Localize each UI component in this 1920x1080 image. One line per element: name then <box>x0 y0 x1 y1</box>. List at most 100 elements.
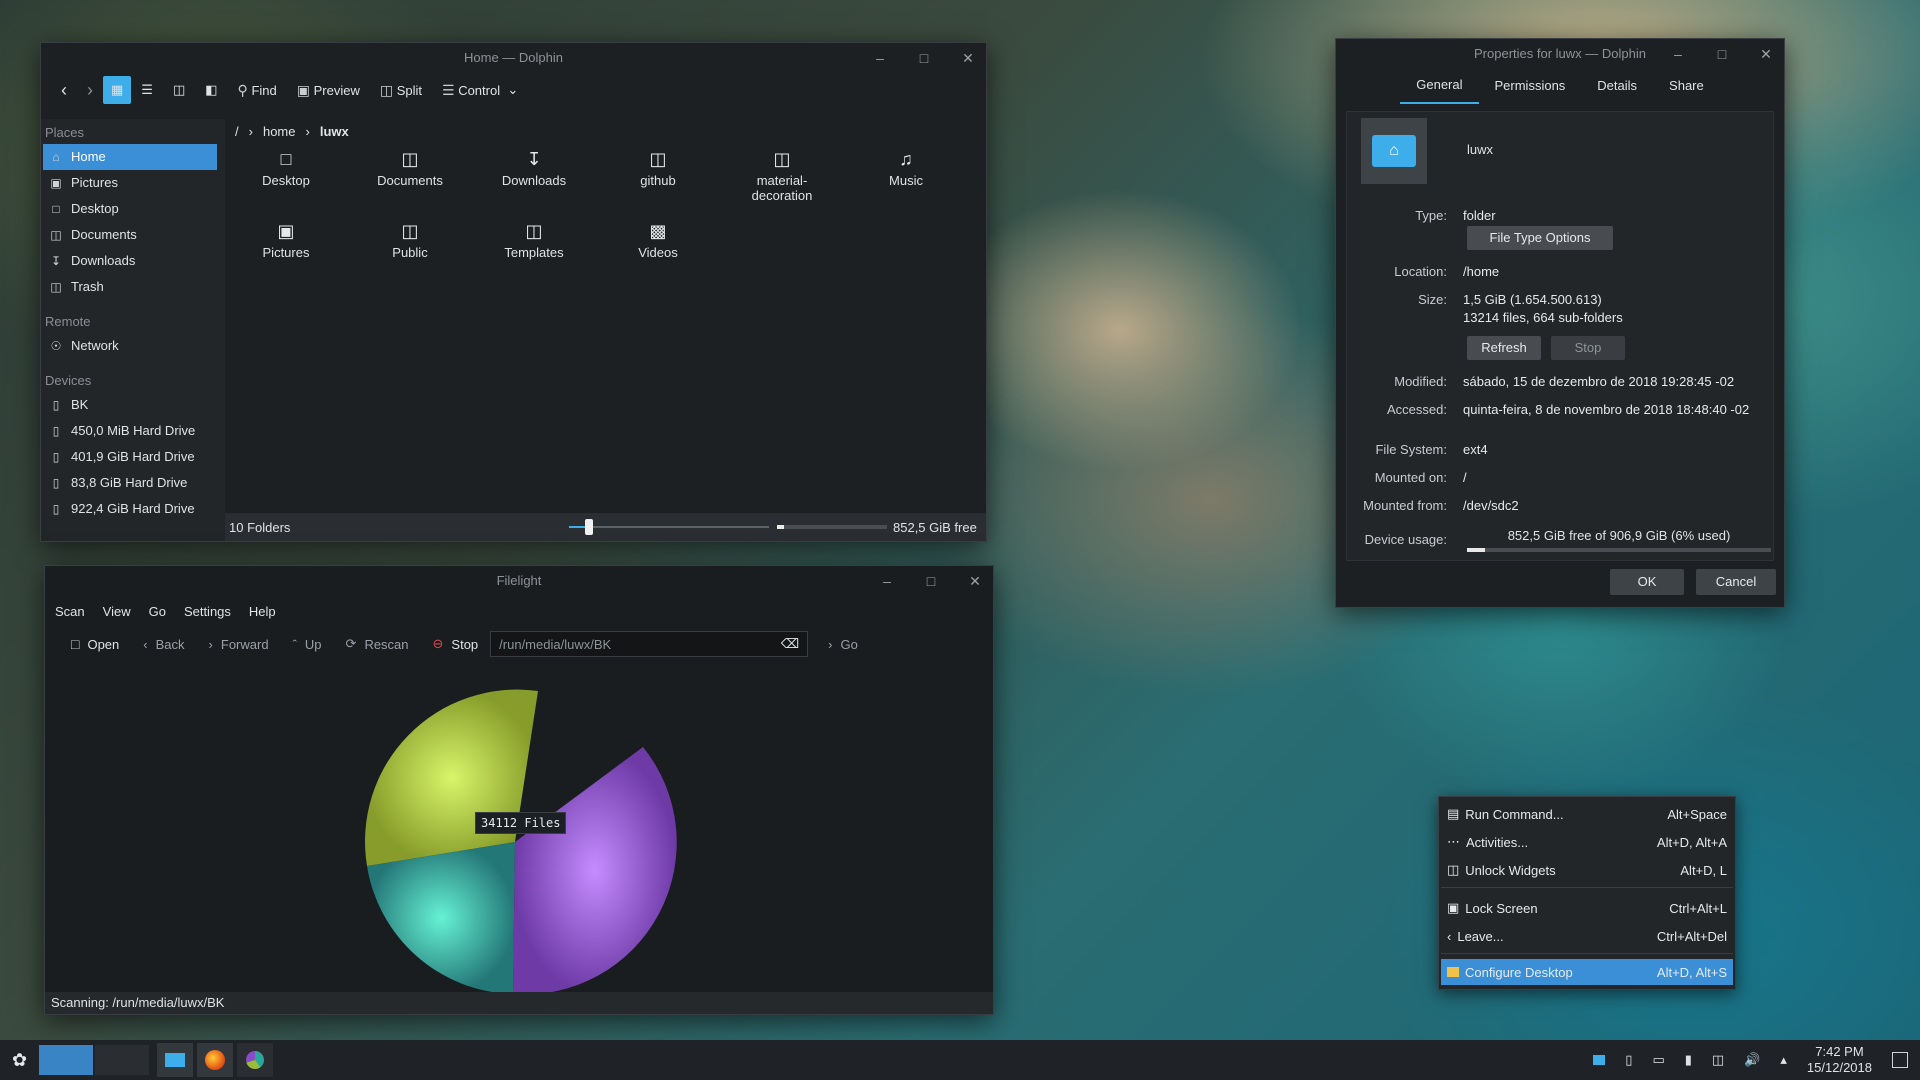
launcher-icon[interactable]: ✿ <box>12 1050 27 1071</box>
pie-slice-green[interactable] <box>365 689 538 866</box>
task-filelight[interactable] <box>237 1043 274 1077</box>
refresh-button[interactable]: Refresh <box>1467 336 1541 360</box>
clock[interactable]: 7:42 PM 15/12/2018 <box>1807 1044 1872 1076</box>
icons-view-button[interactable]: ▦ <box>103 76 132 104</box>
menu-item-leave[interactable]: ‹ Leave... Ctrl+Alt+Del <box>1441 923 1733 949</box>
device-item[interactable]: ▯ BK <box>43 392 217 418</box>
expand-tray-icon[interactable]: ▴ <box>1780 1052 1787 1068</box>
maximize-icon[interactable]: □ <box>923 566 939 596</box>
clipboard-history-icon[interactable]: ◫ <box>1712 1052 1724 1068</box>
forward-button[interactable]: › Forward <box>197 637 281 652</box>
control-button[interactable]: ☰ Control ⌄ <box>432 76 528 104</box>
open-button[interactable]: □ Open <box>59 636 131 652</box>
breadcrumb-root[interactable]: / <box>235 119 239 145</box>
maximize-icon[interactable]: □ <box>1714 39 1730 69</box>
close-icon[interactable]: ✕ <box>1758 39 1774 69</box>
task-dolphin[interactable] <box>157 1043 194 1077</box>
folder-item[interactable]: ◫ material- decoration <box>727 149 837 203</box>
menu-go[interactable]: Go <box>149 604 166 619</box>
close-icon[interactable]: ✕ <box>967 566 983 596</box>
folder-item[interactable]: □ Desktop <box>231 149 341 188</box>
show-desktop-icon[interactable] <box>1892 1052 1908 1068</box>
tab-permissions[interactable]: Permissions <box>1479 69 1582 103</box>
pie-slice-teal[interactable] <box>367 842 515 992</box>
tab-general[interactable]: General <box>1400 68 1479 104</box>
zoom-slider-handle[interactable] <box>585 519 593 535</box>
rescan-button[interactable]: ⟳ Rescan <box>334 636 421 652</box>
preview-button[interactable]: ▣ Preview <box>287 76 370 104</box>
places-item-documents[interactable]: ◫ Documents <box>43 222 217 248</box>
task-firefox[interactable] <box>197 1043 234 1077</box>
go-button[interactable]: › Go <box>816 637 870 652</box>
minimize-icon[interactable]: – <box>879 566 895 596</box>
location-input[interactable]: /run/media/luwx/BK ⌫ <box>490 631 809 657</box>
clipboard-icon[interactable] <box>1593 1055 1606 1065</box>
name-field[interactable]: luwx <box>1467 142 1493 157</box>
cancel-button[interactable]: Cancel <box>1696 569 1776 595</box>
device-item[interactable]: ▯ 83,8 GiB Hard Drive <box>43 470 217 496</box>
folder-item[interactable]: ♫ Music <box>851 149 961 188</box>
tab-share[interactable]: Share <box>1653 69 1720 103</box>
back-button[interactable]: ‹ Back <box>131 637 196 652</box>
tab-details[interactable]: Details <box>1581 69 1653 103</box>
compact-view-button[interactable]: ☰ <box>131 76 163 104</box>
folder-item[interactable]: ▩ Videos <box>603 221 713 260</box>
places-item-downloads[interactable]: ↧ Downloads <box>43 248 217 274</box>
menu-item-lock-screen[interactable]: ▣ Lock Screen Ctrl+Alt+L <box>1441 895 1733 921</box>
volume-icon[interactable]: 🔊 <box>1744 1052 1760 1068</box>
file-type-options-button[interactable]: File Type Options <box>1467 226 1613 250</box>
device-item[interactable]: ▯ 922,4 GiB Hard Drive <box>43 496 217 522</box>
menu-item-unlock-widgets[interactable]: ◫ Unlock Widgets Alt+D, L <box>1441 857 1733 883</box>
menu-item-activities[interactable]: ⋯ Activities... Alt+D, Alt+A <box>1441 829 1733 855</box>
menu-help[interactable]: Help <box>249 604 276 619</box>
maximize-icon[interactable]: □ <box>916 43 932 73</box>
find-button[interactable]: ⚲ Find <box>228 76 287 104</box>
split-button[interactable]: ◫ Split <box>370 76 432 104</box>
folder-icon-button[interactable]: ⌂ <box>1361 118 1427 184</box>
minimize-icon[interactable]: – <box>1670 39 1686 69</box>
details-view-button[interactable]: ◫ <box>163 76 195 104</box>
stop-button[interactable]: Stop <box>1551 336 1625 360</box>
zoom-slider[interactable] <box>569 519 769 535</box>
desktop-1[interactable] <box>39 1045 94 1075</box>
pie-slice-purple[interactable] <box>513 747 677 992</box>
forward-icon[interactable]: › <box>77 76 103 104</box>
menu-view[interactable]: View <box>103 604 131 619</box>
places-item-trash[interactable]: ◫ Trash <box>43 274 217 300</box>
folder-item[interactable]: ▣ Pictures <box>231 221 341 260</box>
menu-item-run-command[interactable]: ▤ Run Command... Alt+Space <box>1441 801 1733 827</box>
back-icon[interactable]: ‹ <box>51 76 77 104</box>
minimize-icon[interactable]: – <box>872 43 888 73</box>
breadcrumb-home[interactable]: home <box>263 119 296 145</box>
breadcrumb-current[interactable]: luwx <box>320 119 349 145</box>
device-item[interactable]: ▯ 450,0 MiB Hard Drive <box>43 418 217 444</box>
menu-scan[interactable]: Scan <box>55 604 85 619</box>
menu-settings[interactable]: Settings <box>184 604 231 619</box>
folder-item[interactable]: ◫ github <box>603 149 713 188</box>
configure-icon <box>1447 967 1459 977</box>
folder-item[interactable]: ◫ Public <box>355 221 465 260</box>
desktop-2[interactable] <box>95 1045 150 1075</box>
folder-item[interactable]: ◫ Templates <box>479 221 589 260</box>
device-item[interactable]: ▯ 401,9 GiB Hard Drive <box>43 444 217 470</box>
devices-header: Devices <box>45 373 92 388</box>
dolphin-titlebar[interactable]: Home — Dolphin – □ ✕ <box>41 43 986 73</box>
clear-icon[interactable]: ⌫ <box>781 636 799 652</box>
device-notifier-icon[interactable]: ▯ <box>1625 1052 1632 1068</box>
display-icon[interactable]: ▭ <box>1652 1052 1664 1068</box>
places-item-network[interactable]: ☉ Network <box>43 333 217 359</box>
close-icon[interactable]: ✕ <box>960 43 976 73</box>
places-item-desktop[interactable]: □ Desktop <box>43 196 217 222</box>
filelight-titlebar[interactable]: Filelight – □ ✕ <box>45 566 993 596</box>
places-item-pictures[interactable]: ▣ Pictures <box>43 170 217 196</box>
stop-button[interactable]: ⊖ Stop <box>421 636 491 652</box>
split-view-icon[interactable]: ◧ <box>195 76 227 104</box>
menu-item-configure-desktop[interactable]: Configure Desktop Alt+D, Alt+S <box>1441 959 1733 985</box>
folder-item[interactable]: ◫ Documents <box>355 149 465 188</box>
properties-titlebar[interactable]: Properties for luwx — Dolphin – □ ✕ <box>1336 39 1784 69</box>
folder-item[interactable]: ↧ Downloads <box>479 149 589 188</box>
up-button[interactable]: ˆ Up <box>281 637 334 652</box>
ok-button[interactable]: OK <box>1610 569 1684 595</box>
battery-icon[interactable]: ▮ <box>1685 1052 1692 1068</box>
places-item-home[interactable]: ⌂ Home <box>43 144 217 170</box>
